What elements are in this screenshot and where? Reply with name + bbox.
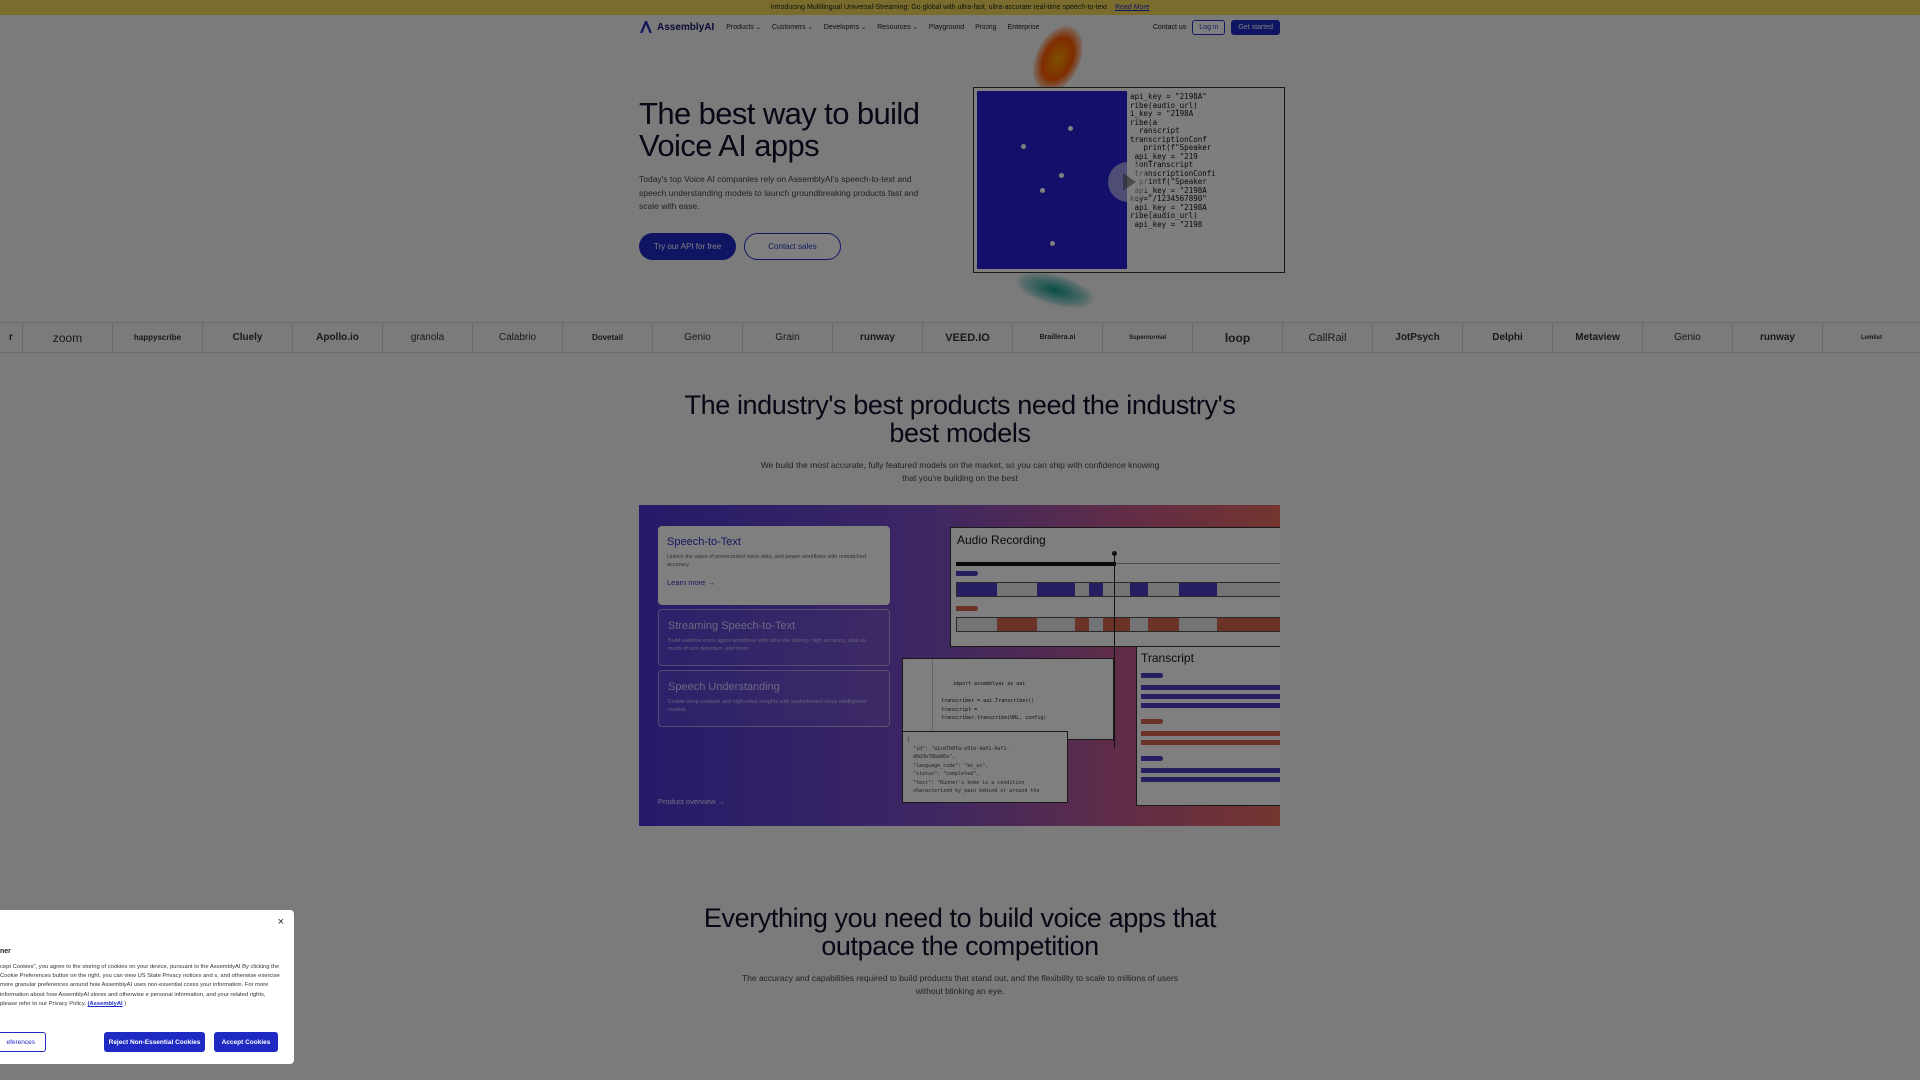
cookie-body: cept Cookies", you agree to the storing … bbox=[0, 963, 282, 1009]
cookie-preferences-button[interactable]: eferences bbox=[0, 1032, 46, 1052]
accept-cookies-button[interactable]: Accept Cookies bbox=[214, 1032, 278, 1052]
cookie-body-tail: ) bbox=[124, 1000, 127, 1007]
privacy-policy-link[interactable]: (AssemblyAI bbox=[88, 1001, 123, 1007]
close-icon[interactable]: × bbox=[278, 916, 284, 928]
reject-cookies-button[interactable]: Reject Non-Essential Cookies bbox=[104, 1032, 205, 1052]
cookie-heading: ner bbox=[0, 948, 11, 955]
cookie-consent-banner: × ner cept Cookies", you agree to the st… bbox=[0, 910, 294, 1064]
cookie-body-text: cept Cookies", you agree to the storing … bbox=[0, 964, 280, 1007]
